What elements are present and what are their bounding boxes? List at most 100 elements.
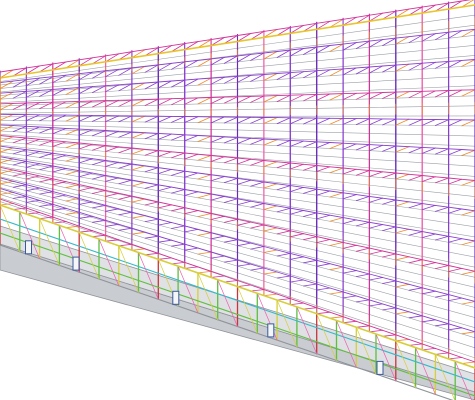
cross-truss-web xyxy=(303,307,318,310)
cross-truss-web xyxy=(316,239,331,244)
cross-truss-web xyxy=(329,291,344,295)
cross-truss-web xyxy=(434,235,450,241)
cross-truss-web xyxy=(223,239,238,243)
cross-truss-web xyxy=(355,247,370,252)
door xyxy=(25,240,32,255)
cross-truss-web xyxy=(434,177,450,184)
cross-truss-chord xyxy=(289,252,304,258)
cross-truss-chord xyxy=(434,347,450,354)
cross-truss-chord xyxy=(316,283,331,289)
cross-truss-web xyxy=(342,295,357,299)
cross-truss-web xyxy=(461,361,475,364)
3d-model-viewport[interactable] xyxy=(0,0,475,400)
cross-truss-web xyxy=(395,338,410,342)
cross-truss-chord xyxy=(342,316,357,322)
cross-truss-web xyxy=(118,211,133,216)
cross-truss-web xyxy=(118,147,133,154)
cross-truss-chord xyxy=(434,147,450,150)
cross-truss-web xyxy=(342,270,357,274)
cross-truss-chord xyxy=(78,128,93,131)
cross-truss-web xyxy=(329,118,344,125)
cross-truss-web xyxy=(408,343,423,346)
cross-truss-chord xyxy=(303,186,318,190)
cross-truss-web xyxy=(355,299,370,303)
cross-truss-web xyxy=(131,181,146,187)
cross-truss-web xyxy=(237,284,252,287)
cross-truss-web xyxy=(78,172,93,178)
cross-truss-web xyxy=(250,203,265,208)
cross-truss-chord xyxy=(342,291,357,297)
cross-truss-chord xyxy=(65,127,80,130)
cross-truss-chord xyxy=(197,247,212,253)
cross-truss-web xyxy=(223,137,238,144)
cross-truss-web xyxy=(408,231,423,236)
steel-structure-model[interactable] xyxy=(0,0,475,400)
cross-truss-web xyxy=(303,283,318,287)
door xyxy=(172,290,180,305)
cross-truss-web xyxy=(52,101,67,109)
cross-truss-web xyxy=(157,222,172,226)
cross-truss-chord xyxy=(197,266,212,272)
cross-truss-web xyxy=(434,323,450,327)
cross-truss-chord xyxy=(395,307,410,313)
cross-truss-chord xyxy=(157,218,172,223)
cross-truss-chord xyxy=(461,178,475,181)
cross-truss-chord xyxy=(461,208,475,212)
cross-truss-chord xyxy=(316,188,331,192)
cross-truss-chord xyxy=(408,256,423,261)
cross-truss-chord xyxy=(52,152,67,156)
cross-truss-web xyxy=(289,210,304,215)
cross-truss-chord xyxy=(289,185,304,188)
cross-truss-web xyxy=(368,303,384,307)
cross-truss-chord xyxy=(421,203,436,206)
cross-truss-web xyxy=(184,172,199,178)
cross-truss-web xyxy=(171,170,186,176)
cross-truss-web xyxy=(223,96,238,104)
cross-truss-chord xyxy=(395,280,410,285)
cross-truss-chord xyxy=(421,231,436,235)
cross-truss-web xyxy=(461,89,475,97)
cross-truss-chord xyxy=(421,259,436,264)
cross-truss-chord xyxy=(421,287,436,292)
cross-truss-chord xyxy=(342,217,357,221)
cross-truss-chord xyxy=(65,181,80,186)
cross-truss-chord xyxy=(171,151,186,154)
cross-truss-web xyxy=(237,137,252,145)
cross-truss-chord xyxy=(250,158,265,161)
cross-truss-web xyxy=(131,148,146,155)
cross-truss-web xyxy=(210,215,225,220)
cross-truss-web xyxy=(329,93,344,101)
cross-truss-web xyxy=(316,214,331,220)
cross-truss-chord xyxy=(303,140,318,143)
cross-truss-web xyxy=(461,301,475,305)
cross-truss-web xyxy=(382,145,397,152)
cross-truss-web xyxy=(0,103,14,111)
cross-truss-chord xyxy=(237,259,252,265)
cross-truss-chord xyxy=(131,211,146,217)
cross-truss-web xyxy=(461,119,475,127)
cross-truss-web xyxy=(303,259,318,264)
cross-truss-chord xyxy=(91,129,107,131)
cross-truss-web xyxy=(329,316,344,319)
cross-truss-chord xyxy=(144,181,159,186)
cross-truss-chord xyxy=(434,262,450,266)
cross-truss-web xyxy=(395,201,410,207)
cross-truss-web xyxy=(421,147,436,154)
cross-truss-web xyxy=(368,250,384,255)
cross-truss-chord xyxy=(184,225,199,230)
cross-truss-web xyxy=(171,152,186,159)
cross-truss-web xyxy=(39,114,54,122)
cross-truss-web xyxy=(0,125,14,132)
cross-truss-web xyxy=(171,97,186,106)
cross-truss-chord xyxy=(52,127,67,129)
cross-truss-web xyxy=(382,118,397,126)
cross-truss-web xyxy=(197,251,212,255)
cross-truss-chord xyxy=(197,191,212,195)
cross-truss-web xyxy=(434,352,450,355)
cross-truss-web xyxy=(171,116,186,123)
cross-truss-web xyxy=(316,190,331,196)
cross-truss-chord xyxy=(12,136,27,139)
door xyxy=(72,256,80,271)
cross-truss-web xyxy=(421,347,436,351)
cross-truss-chord xyxy=(223,275,238,281)
